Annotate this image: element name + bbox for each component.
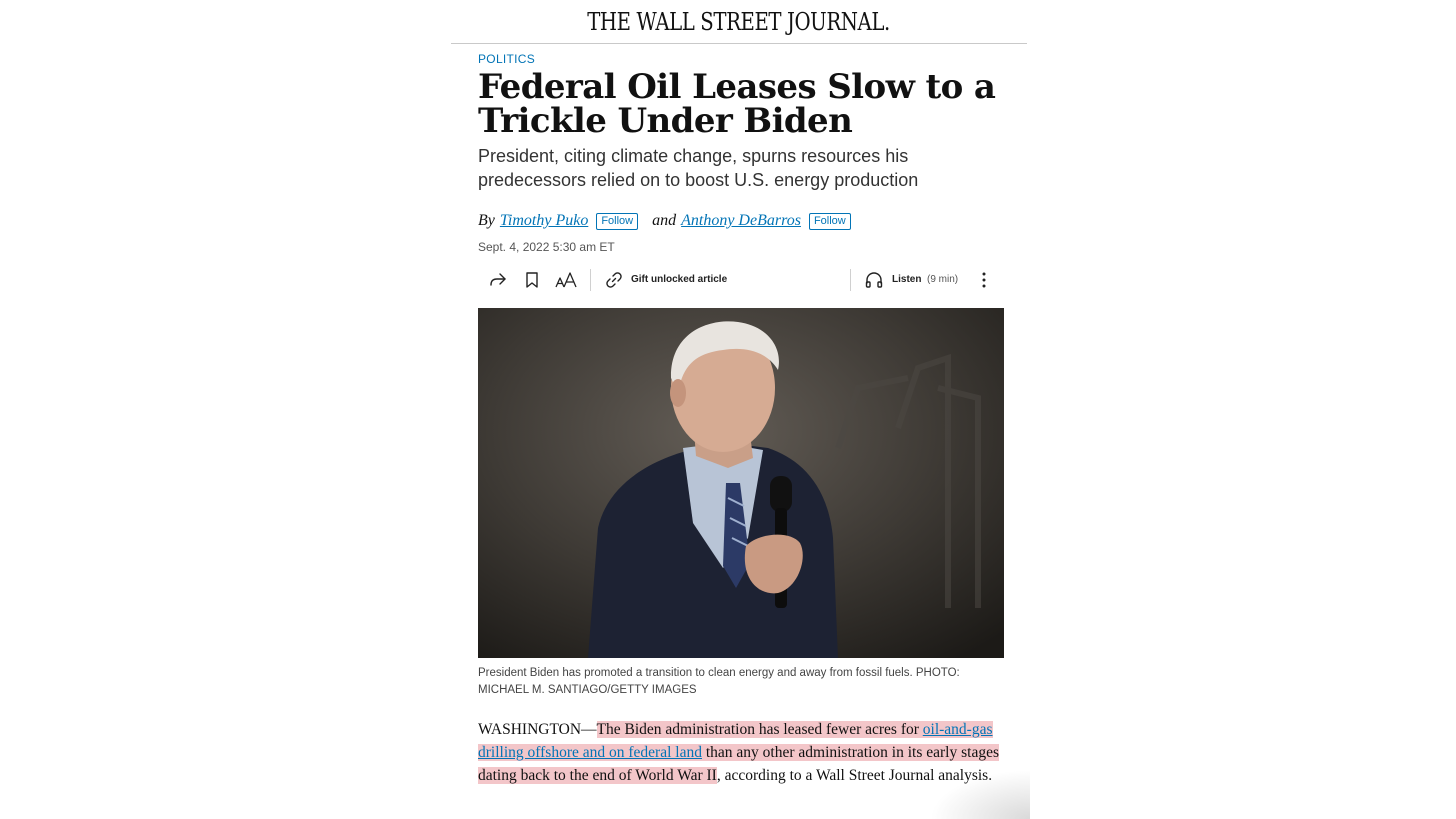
publish-timestamp: Sept. 4, 2022 5:30 am ET [478,240,615,254]
byline-prefix: By [478,212,495,229]
more-vertical-icon[interactable] [974,270,994,290]
article-toolbar: Gift unlocked article Listen (9 min) [478,264,998,296]
toolbar-divider [590,269,591,291]
scroll-shadow [930,770,1030,819]
lead-photo[interactable] [478,308,1004,658]
listen-duration: (9 min) [927,274,959,285]
headphones-icon[interactable] [864,270,884,290]
author-link-2[interactable]: Anthony DeBarros [681,212,801,230]
link-icon[interactable] [604,270,624,290]
subheadline: President, citing climate change, spurns… [478,146,919,190]
article-body: WASHINGTON—The Biden administration has … [478,718,1008,787]
follow-button-1[interactable]: Follow [596,212,639,230]
follow-button-2[interactable]: Follow [808,212,851,230]
bookmark-icon[interactable] [522,270,542,290]
dateline: WASHINGTON— [478,721,597,738]
byline-conjunction: and [652,212,677,229]
section-link[interactable]: POLITICS [478,52,535,66]
photo-caption: President Biden has promoted a transitio… [478,667,960,696]
share-icon[interactable] [488,270,508,290]
byline: By Timothy Puko Follow and Anthony DeBar… [478,212,851,230]
listen-button[interactable]: Listen [892,274,921,285]
headline: Federal Oil Leases Slow to a Trickle Und… [478,67,996,141]
author-link-1[interactable]: Timothy Puko [500,212,588,230]
gift-article-button[interactable]: Gift unlocked article [631,274,727,285]
text-size-icon[interactable] [555,270,579,290]
masthead: THE WALL STREET JOURNAL. [451,0,1027,44]
wsj-logo[interactable]: THE WALL STREET JOURNAL. [588,8,891,36]
toolbar-divider-2 [850,269,851,291]
highlighted-text: The Biden administration has leased fewe… [596,721,923,738]
